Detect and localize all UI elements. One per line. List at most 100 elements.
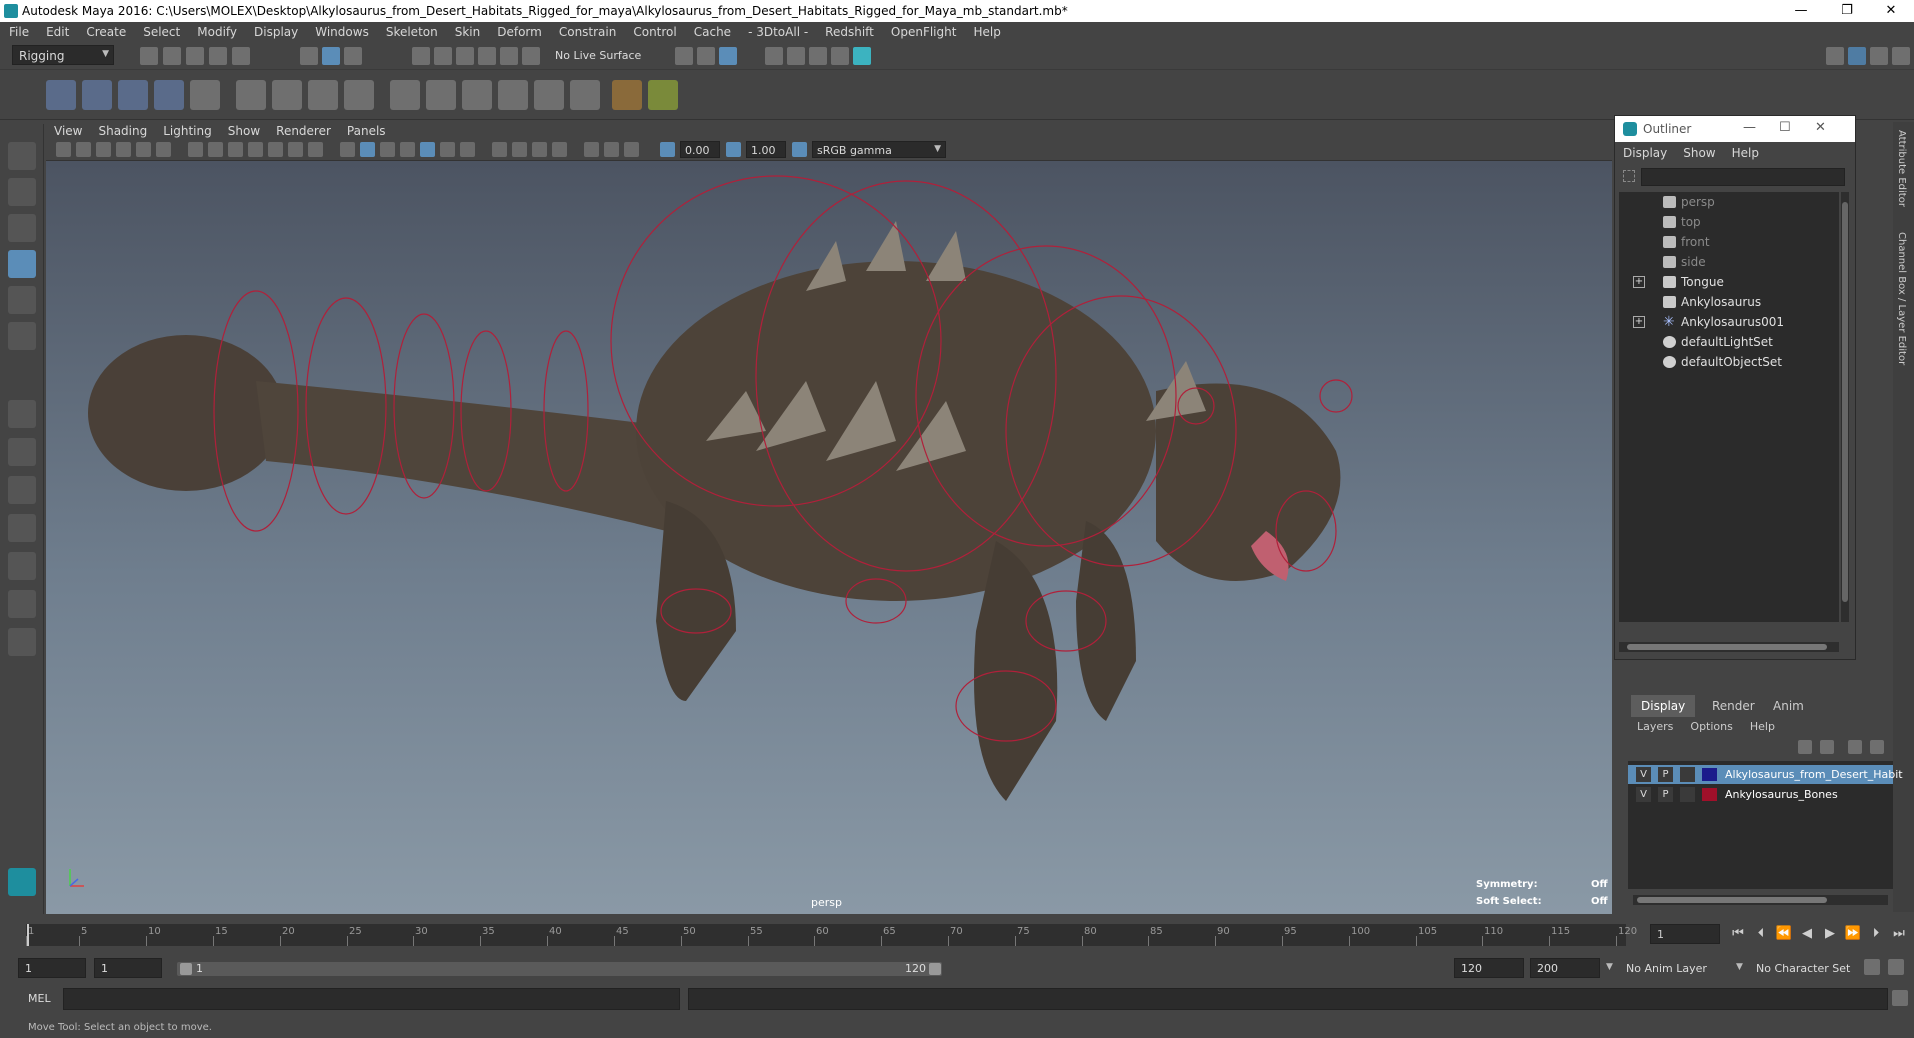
move-layer-up-icon[interactable] bbox=[1798, 740, 1812, 754]
new-empty-layer-icon[interactable] bbox=[1848, 740, 1862, 754]
outliner-item-defaultlightset[interactable]: defaultLightSet bbox=[1619, 332, 1839, 352]
auto-key-icon[interactable] bbox=[1864, 959, 1880, 975]
nurbs-circle-icon[interactable] bbox=[272, 80, 302, 110]
layer-visibility-toggle[interactable]: V bbox=[1636, 787, 1651, 802]
channel-box-toggle-icon[interactable] bbox=[1848, 47, 1866, 65]
script-editor-icon[interactable] bbox=[1892, 990, 1908, 1006]
resolution-gate-icon[interactable] bbox=[228, 142, 243, 157]
outliner-item-defaultobjectset[interactable]: defaultObjectSet bbox=[1619, 352, 1839, 372]
menu-skin[interactable]: Skin bbox=[446, 22, 489, 39]
paint-select-tool-icon[interactable] bbox=[8, 214, 36, 242]
xray-components-icon[interactable] bbox=[624, 142, 639, 157]
exposure-field[interactable]: 0.00 bbox=[680, 141, 720, 158]
viewport-menu-lighting[interactable]: Lighting bbox=[155, 122, 220, 138]
new-scene-icon[interactable] bbox=[140, 47, 158, 65]
step-back-frame-icon[interactable]: ⏴ bbox=[1752, 924, 1770, 944]
outliner-item-persp[interactable]: persp bbox=[1619, 192, 1839, 212]
textured-icon[interactable] bbox=[400, 142, 415, 157]
outliner-item-side[interactable]: side bbox=[1619, 252, 1839, 272]
ik-handle-icon[interactable] bbox=[154, 80, 184, 110]
open-scene-icon[interactable] bbox=[163, 47, 181, 65]
rotate-tool-icon[interactable] bbox=[8, 286, 36, 314]
render-setup-icon[interactable] bbox=[853, 47, 871, 65]
film-gate-icon[interactable] bbox=[208, 142, 223, 157]
filter-icon[interactable] bbox=[1623, 170, 1635, 182]
toolsettings-toggle-icon[interactable] bbox=[1870, 47, 1888, 65]
menu-control[interactable]: Control bbox=[624, 22, 684, 39]
outliner-item-tongue[interactable]: + Tongue bbox=[1619, 272, 1839, 292]
joint-tool-icon[interactable] bbox=[46, 80, 76, 110]
outliner-menu-display[interactable]: Display bbox=[1615, 144, 1675, 160]
wireframe-icon[interactable] bbox=[340, 142, 355, 157]
scale-constraint-icon[interactable] bbox=[498, 80, 528, 110]
select-component-icon[interactable] bbox=[344, 47, 362, 65]
layer-menu-options[interactable]: Options bbox=[1681, 720, 1740, 733]
scale-tool-icon[interactable] bbox=[8, 322, 36, 350]
bookmark-icon[interactable] bbox=[96, 142, 111, 157]
gamma-field[interactable]: 1.00 bbox=[746, 141, 786, 158]
shadows-icon[interactable] bbox=[440, 142, 455, 157]
animation-preferences-icon[interactable] bbox=[1888, 959, 1904, 975]
menu-modify[interactable]: Modify bbox=[188, 22, 245, 39]
wireframe-on-shaded-icon[interactable] bbox=[380, 142, 395, 157]
save-scene-icon[interactable] bbox=[186, 47, 204, 65]
live-surface-label[interactable]: No Live Surface bbox=[555, 49, 641, 62]
render-current-icon[interactable] bbox=[765, 47, 783, 65]
lattice-icon[interactable] bbox=[308, 80, 338, 110]
menu-constrain[interactable]: Constrain bbox=[550, 22, 625, 39]
outliner-search-input[interactable] bbox=[1641, 168, 1845, 186]
move-tool-icon[interactable] bbox=[8, 250, 36, 278]
go-to-end-icon[interactable]: ⏭ bbox=[1890, 924, 1908, 944]
step-forward-key-icon[interactable]: ⏩ bbox=[1844, 924, 1862, 944]
isolate-select-icon[interactable] bbox=[552, 142, 567, 157]
layer-menu-help[interactable]: Help bbox=[1741, 720, 1783, 733]
outliner-maximize-button[interactable]: ☐ bbox=[1779, 120, 1791, 135]
safe-title-icon[interactable] bbox=[308, 142, 323, 157]
layer-color-swatch[interactable] bbox=[1702, 768, 1717, 781]
multisample-aa-icon[interactable] bbox=[512, 142, 527, 157]
workspace-icon[interactable] bbox=[1826, 47, 1844, 65]
outliner-menu-help[interactable]: Help bbox=[1724, 144, 1767, 160]
range-start-handle[interactable] bbox=[180, 963, 192, 975]
menu-3dtoall[interactable]: - 3DtoAll - bbox=[739, 22, 816, 39]
safe-action-icon[interactable] bbox=[288, 142, 303, 157]
character-set-dropdown[interactable]: No Character Set bbox=[1756, 962, 1850, 975]
menu-create[interactable]: Create bbox=[77, 22, 134, 39]
color-management-icon[interactable] bbox=[792, 142, 807, 157]
image-plane-icon[interactable] bbox=[116, 142, 131, 157]
restore-button[interactable]: ❐ bbox=[1824, 0, 1870, 22]
outliner-menu-show[interactable]: Show bbox=[1675, 144, 1723, 160]
layer-playback-toggle[interactable]: P bbox=[1658, 787, 1673, 802]
camera-attributes-icon[interactable] bbox=[76, 142, 91, 157]
outliner-vertical-scrollbar[interactable] bbox=[1841, 192, 1849, 622]
locator-icon[interactable] bbox=[190, 80, 220, 110]
grid-icon[interactable] bbox=[188, 142, 203, 157]
current-frame-field[interactable]: 1 bbox=[1650, 924, 1720, 944]
perspective-viewport[interactable]: persp Symmetry: Off Soft Select: Off bbox=[46, 161, 1612, 914]
ambient-occlusion-icon[interactable] bbox=[460, 142, 475, 157]
layer-menu-layers[interactable]: Layers bbox=[1628, 720, 1681, 733]
select-hierarchy-icon[interactable] bbox=[300, 47, 318, 65]
layer-color-swatch[interactable] bbox=[1702, 788, 1717, 801]
point-constraint-icon[interactable] bbox=[426, 80, 456, 110]
scrollbar-thumb[interactable] bbox=[1637, 897, 1827, 903]
pole-vector-icon[interactable] bbox=[570, 80, 600, 110]
close-button[interactable]: ✕ bbox=[1868, 0, 1914, 22]
select-tool-icon[interactable] bbox=[8, 142, 36, 170]
snap-point-icon[interactable] bbox=[456, 47, 474, 65]
attribute-editor-tab[interactable]: Attribute Editor bbox=[1896, 130, 1907, 207]
undo-icon[interactable] bbox=[209, 47, 227, 65]
current-time-indicator[interactable] bbox=[27, 924, 29, 946]
layer-display-type-toggle[interactable] bbox=[1680, 787, 1695, 802]
render-view-icon[interactable] bbox=[719, 47, 737, 65]
exposure-icon[interactable] bbox=[660, 142, 675, 157]
select-object-icon[interactable] bbox=[322, 47, 340, 65]
field-chart-icon[interactable] bbox=[268, 142, 283, 157]
viewport-menu-view[interactable]: View bbox=[46, 122, 90, 138]
play-forwards-icon[interactable]: ▶ bbox=[1821, 924, 1839, 944]
channel-box-tab[interactable]: Channel Box / Layer Editor bbox=[1896, 232, 1907, 365]
menu-select[interactable]: Select bbox=[134, 22, 188, 39]
ipr-render-icon[interactable] bbox=[787, 47, 805, 65]
custom-layout-icon[interactable] bbox=[8, 628, 36, 656]
two-d-pan-zoom-icon[interactable] bbox=[136, 142, 151, 157]
